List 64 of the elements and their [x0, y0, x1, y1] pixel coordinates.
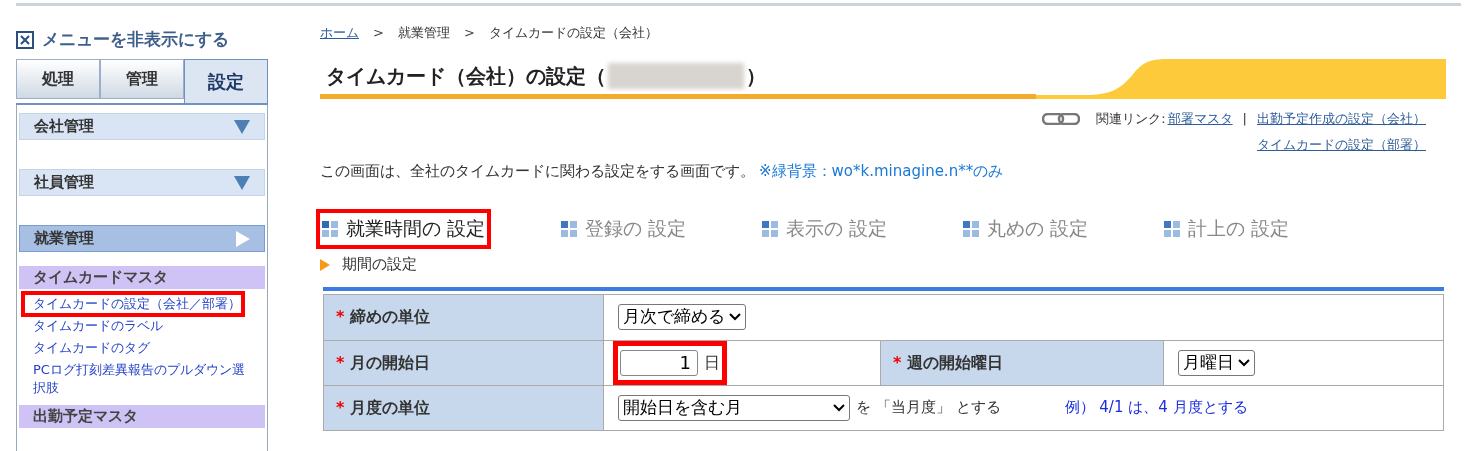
field-label: 週の開始曜日 [907, 351, 1004, 374]
right-triangle-icon [320, 258, 330, 271]
breadcrumb-link[interactable]: ホーム [320, 23, 359, 43]
chain-icon [1042, 112, 1081, 125]
select-field[interactable]: 月曜日 [1178, 349, 1255, 376]
section-tab[interactable]: 就業時間の 設定 [320, 212, 488, 245]
grid-icon [762, 220, 779, 237]
field-label: 月の開始日 [350, 351, 431, 374]
menu-link[interactable]: タイムカードのラベル [33, 317, 245, 335]
menu-tab[interactable]: 設定 [184, 59, 268, 103]
group-header: 出勤予定マスタ [19, 405, 265, 428]
example-note: 例） 4/1 は、4 月度とする [1064, 397, 1248, 419]
page-title: タイムカード（会社）の設定（ [326, 63, 606, 90]
unit-label: 日 [704, 351, 720, 374]
section-label: 会社管理 [34, 116, 94, 138]
menu-section[interactable]: 社員管理 [19, 169, 265, 196]
section-tab[interactable]: 計上の 設定 [1162, 212, 1292, 245]
required-mark: * [336, 351, 345, 374]
select-field[interactable]: 開始日を含む月 [618, 394, 850, 421]
menu-section[interactable]: 就業管理 [19, 225, 265, 252]
page-title-end: ） [746, 63, 766, 90]
day-input[interactable]: 1 [620, 349, 698, 376]
select-field[interactable]: 月次で締める [618, 304, 746, 330]
section-label: 就業管理 [34, 228, 94, 250]
menu-section[interactable]: 会社管理 [19, 113, 265, 140]
down-triangle-icon [234, 119, 250, 134]
required-mark: * [336, 396, 345, 419]
related-label: 関連リンク: [1096, 110, 1166, 128]
related-link[interactable]: 出勤予定作成の設定（会社） [1257, 109, 1426, 129]
menu-link[interactable]: PCログ打刻差異報告のプルダウン選択肢 [33, 361, 245, 397]
field-label: 締めの単位 [350, 306, 431, 328]
link-separator: | [1242, 110, 1247, 128]
description-text: この画面は、全社のタイムカードに関わる設定をする画面です。 [320, 161, 755, 182]
breadcrumb-item: 就業管理 [397, 24, 450, 43]
right-triangle-icon [236, 230, 250, 247]
grid-icon [561, 220, 578, 237]
section-tab[interactable]: 登録の 設定 [559, 212, 689, 245]
breadcrumb-separator: > [373, 24, 384, 43]
caret-icon [729, 313, 741, 321]
grid-icon [1164, 220, 1181, 237]
required-mark: * [336, 306, 345, 328]
subsection-title: 期間の設定 [342, 254, 417, 276]
select-suffix: を 「当月度」 とする [856, 397, 1001, 419]
close-icon[interactable] [16, 31, 34, 49]
section-label: 社員管理 [34, 172, 94, 194]
down-triangle-icon [234, 175, 250, 190]
field-label: 月度の単位 [350, 396, 431, 419]
section-tab[interactable]: 表示の 設定 [760, 212, 890, 245]
caret-icon [1238, 358, 1250, 367]
menu-tab[interactable]: 処理 [16, 59, 100, 99]
hide-menu-link[interactable]: メニューを非表示にする [42, 27, 229, 53]
menu-tab[interactable]: 管理 [100, 59, 184, 99]
breadcrumb-item: タイムカードの設定（会社） [488, 24, 658, 43]
grid-icon [963, 220, 980, 237]
related-link[interactable]: 部署マスタ [1167, 109, 1233, 129]
related-link[interactable]: タイムカードの設定（部署） [1257, 134, 1426, 154]
group-header: タイムカードマスタ [19, 266, 265, 289]
menu-link[interactable]: タイムカードのタグ [33, 339, 245, 357]
caret-icon [833, 403, 845, 412]
required-mark: * [893, 351, 902, 374]
grid-icon [322, 220, 338, 237]
section-tab[interactable]: 丸めの 設定 [961, 212, 1091, 245]
description-note: ※緑背景：wo*k.minagine.n**のみ [759, 161, 1004, 182]
breadcrumb-separator: > [463, 24, 475, 43]
